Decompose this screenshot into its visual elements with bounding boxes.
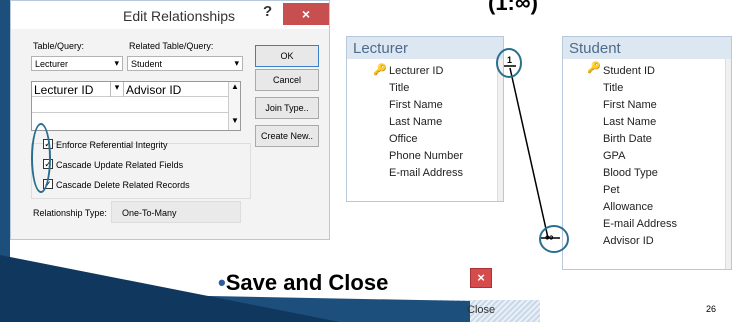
relationship-line[interactable] [509,67,549,239]
page-number: 26 [706,304,717,314]
close-button[interactable]: × [470,268,492,288]
close-label: Close [467,304,496,316]
save-close-instruction: •Save and Close [218,270,388,296]
bullet-icon: • [218,270,226,295]
one-symbol: 1 [507,55,513,65]
save-close-text: Save and Close [225,270,389,295]
many-symbol: ∞ [545,230,554,244]
